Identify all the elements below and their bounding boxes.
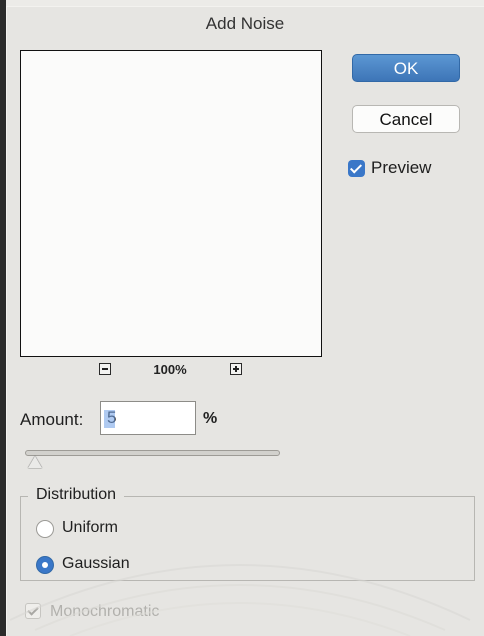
preview-checkbox[interactable]	[348, 160, 365, 177]
cancel-button[interactable]: Cancel	[352, 105, 460, 133]
amount-slider-track[interactable]	[25, 450, 280, 456]
amount-label: Amount:	[20, 410, 84, 429]
zoom-level: 100%	[153, 362, 187, 377]
monochromatic-checkbox[interactable]	[25, 603, 41, 619]
preview-label[interactable]: Preview	[371, 158, 431, 178]
monochromatic-label[interactable]: Monochromatic	[50, 603, 159, 621]
zoom-out-icon[interactable]	[99, 363, 111, 375]
preview-canvas[interactable]	[20, 50, 322, 357]
zoom-in-icon[interactable]	[230, 363, 242, 375]
amount-slider-thumb[interactable]	[28, 456, 42, 468]
gaussian-label[interactable]: Gaussian	[62, 555, 130, 573]
ok-button[interactable]: OK	[352, 54, 460, 82]
distribution-label: Distribution	[28, 486, 125, 504]
amount-unit: %	[203, 410, 218, 427]
uniform-radio[interactable]	[36, 520, 54, 538]
dialog-title: Add Noise	[205, 14, 285, 33]
gaussian-radio[interactable]	[36, 556, 54, 574]
uniform-label[interactable]: Uniform	[62, 519, 118, 537]
amount-input[interactable]	[100, 401, 196, 435]
